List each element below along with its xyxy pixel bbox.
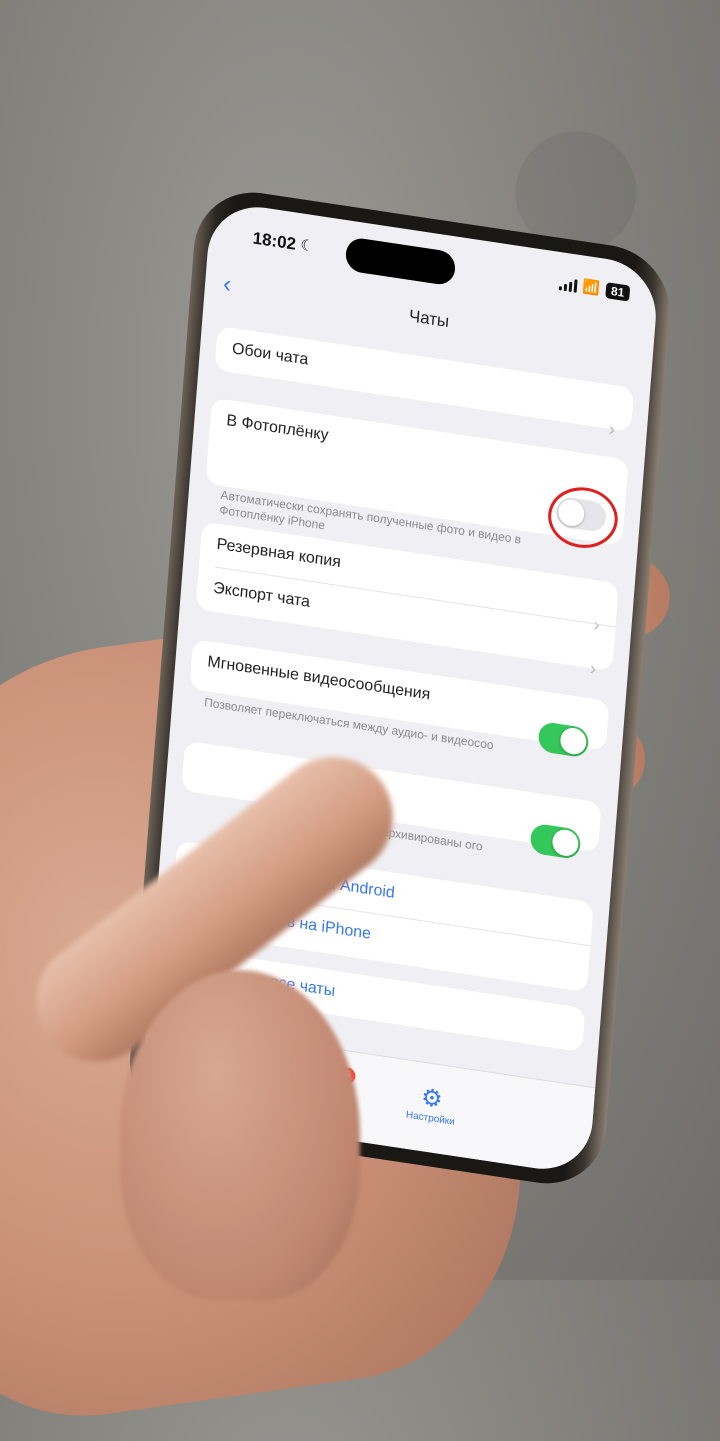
chevron-right-icon: › [608, 418, 616, 440]
instant-video-label: Мгновенные видеосообщения [206, 653, 431, 704]
focus-moon-icon: ☾ [299, 236, 315, 256]
backup-label: Резервная копия [216, 535, 342, 572]
export-label: Экспорт чата [212, 579, 311, 611]
signal-icon [558, 276, 578, 293]
tab-settings[interactable]: ⚙ Настройки [390, 1078, 472, 1130]
wallpaper-label: Обои чата [231, 340, 309, 369]
chevron-right-icon: › [589, 658, 597, 679]
thumb [120, 970, 360, 1300]
camera-roll-label: В Фотоплёнку [225, 412, 330, 445]
status-icons: 📶 81 [558, 274, 631, 302]
status-time: 18:02 [252, 228, 297, 254]
toggle-knob [559, 726, 588, 757]
toggle-knob [551, 827, 580, 858]
battery-icon: 81 [605, 281, 631, 302]
dynamic-island [344, 236, 457, 287]
keep-archived-toggle[interactable] [529, 822, 582, 861]
wifi-icon: 📶 [582, 277, 601, 297]
